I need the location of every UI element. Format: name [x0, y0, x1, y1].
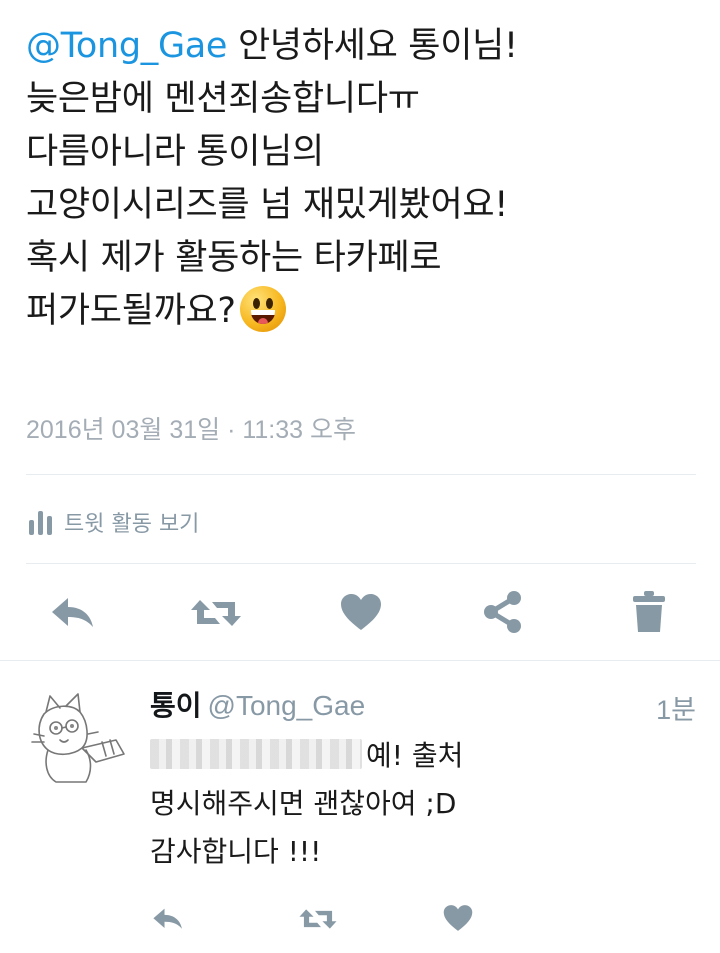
- cat-sketch-avatar: [31, 693, 125, 783]
- retweet-icon: [191, 600, 241, 626]
- view-activity-label: 트윗 활동 보기: [64, 512, 200, 537]
- reply-button[interactable]: [48, 592, 98, 634]
- reply-icon: [153, 908, 182, 929]
- divider: [0, 660, 720, 661]
- like-icon: [443, 905, 473, 931]
- tweet-line-1: 안녕하세요 통이님!: [227, 26, 518, 66]
- divider: [26, 563, 696, 564]
- tweet-line-3: 다름아니라 통이님의: [26, 132, 324, 172]
- view-activity-link[interactable]: 트윗 활동 보기: [28, 506, 199, 538]
- blurred-mention: [150, 739, 362, 769]
- tweet-line-4: 고양이시리즈를 넘 재밌게봤어요!: [26, 185, 508, 225]
- like-button[interactable]: [336, 590, 386, 634]
- reply-icon: [52, 598, 93, 627]
- retweet-icon: [299, 909, 337, 929]
- reply-author-name[interactable]: 통이: [150, 689, 202, 722]
- reply-timestamp: 1분: [656, 695, 696, 725]
- reply-text: 예! 출처 명시해주시면 괜찮아여 ;D 감사합니다 !!!: [150, 732, 463, 876]
- trash-icon: [633, 591, 665, 632]
- reply-line-2: 명시해주시면 괜찮아여 ;D: [150, 787, 457, 820]
- mention-link[interactable]: @Tong_Gae: [26, 26, 227, 66]
- reply-reply-button[interactable]: [150, 904, 186, 934]
- retweet-button[interactable]: [187, 592, 245, 634]
- delete-button[interactable]: [626, 588, 672, 636]
- reply-header: 통이 @Tong_Gae: [150, 684, 365, 724]
- tweet-text: @Tong_Gae 안녕하세요 통이님! 늦은밤에 멘션죄송합니다ㅠ 다름아니라…: [26, 20, 706, 338]
- like-icon: [341, 594, 381, 630]
- share-button[interactable]: [480, 588, 526, 636]
- tweet-line-6: 퍼가도될까요?: [26, 291, 236, 331]
- reply-line-3: 감사합니다 !!!: [150, 835, 322, 868]
- tweet-timestamp: 2016년 03월 31일 · 11:33 오후: [26, 416, 356, 444]
- grinning-face-emoji-icon: [239, 286, 286, 332]
- share-icon: [484, 591, 521, 633]
- reply-author-handle[interactable]: @Tong_Gae: [208, 690, 366, 721]
- avatar[interactable]: [26, 690, 128, 786]
- reply-retweet-button[interactable]: [296, 904, 340, 934]
- tweet-line-2: 늦은밤에 멘션죄송합니다ㅠ: [26, 79, 420, 119]
- tweet-line-5: 혹시 제가 활동하는 타카페로: [26, 238, 442, 278]
- reply-like-button[interactable]: [440, 902, 476, 934]
- divider: [26, 474, 696, 475]
- reply-line-1: 예! 출처: [366, 739, 464, 772]
- bar-chart-icon: [29, 511, 52, 535]
